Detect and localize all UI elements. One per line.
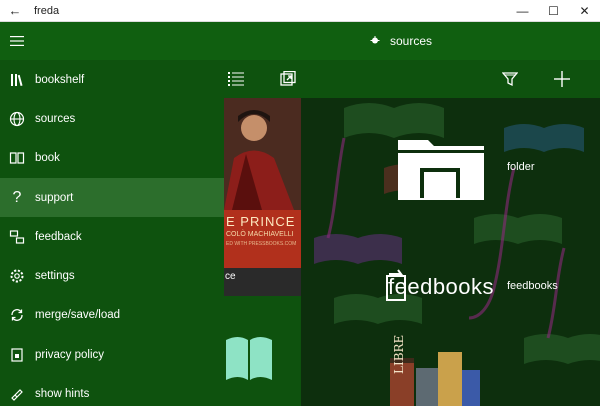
lightbulb-icon: [8, 385, 26, 403]
sidebar-item-label: bookshelf: [35, 73, 85, 86]
sources-content: E PRINCE COLÒ MACHIAVELLI ED WITH PRESSB…: [224, 98, 600, 406]
privacy-icon: [8, 346, 26, 364]
book-cover-title-band: E PRINCE COLÒ MACHIAVELLI ED WITH PRESSB…: [224, 210, 301, 268]
close-button[interactable]: ✕: [569, 0, 600, 22]
sidebar-item-merge-save-load[interactable]: merge/save/load: [0, 296, 224, 335]
window-title: freda: [34, 4, 60, 17]
feedback-icon: [8, 228, 26, 246]
calibre-icon[interactable]: LIBRE: [388, 335, 492, 406]
sidebar-item-support[interactable]: ? support: [0, 177, 224, 218]
sidebar-item-label: book: [35, 152, 60, 165]
sidebar-item-label: sources: [35, 112, 76, 125]
title-bar: ← freda — ☐ ✕: [0, 0, 600, 22]
plus-icon: [554, 71, 570, 87]
library-icon: [8, 71, 26, 89]
page-title: sources: [390, 34, 433, 48]
maximize-button[interactable]: ☐: [538, 0, 569, 22]
sidebar: bookshelf sources book ? support feedbac…: [0, 60, 224, 406]
minimize-button[interactable]: —: [507, 0, 538, 22]
book-tile-placeholder[interactable]: [224, 296, 301, 406]
sidebar-item-bookshelf[interactable]: bookshelf: [0, 60, 224, 99]
source-label-feedbooks[interactable]: feedbooks: [507, 280, 558, 292]
hamburger-menu-button[interactable]: [0, 22, 34, 60]
book-cover-author: COLÒ MACHIAVELLI: [226, 231, 294, 238]
question-icon: ?: [12, 188, 22, 206]
book-cover-portrait: [224, 98, 301, 210]
book-cover-title: E PRINCE: [226, 214, 296, 229]
bug-icon: [370, 35, 380, 48]
book-tile-label: ce: [225, 271, 236, 282]
open-book-icon: [226, 337, 272, 380]
sidebar-item-sources[interactable]: sources: [0, 99, 224, 138]
back-arrow-icon: ←: [8, 3, 22, 18]
list-view-button[interactable]: [226, 69, 246, 89]
filter-icon: [502, 72, 518, 87]
sync-icon: [8, 306, 26, 324]
add-source-button[interactable]: [552, 69, 572, 89]
sidebar-item-book[interactable]: book: [0, 139, 224, 178]
back-button[interactable]: ←: [0, 0, 30, 22]
book-cover-note: ED WITH PRESSBOOKS.COM: [226, 241, 297, 247]
feedbooks-logo[interactable]: feedbooks: [384, 266, 502, 306]
calibre-logo-text: LIBRE: [392, 334, 406, 374]
import-icon: [280, 71, 296, 86]
sidebar-item-label: merge/save/load: [35, 309, 121, 322]
book-tile-the-prince[interactable]: E PRINCE COLÒ MACHIAVELLI ED WITH PRESSB…: [224, 98, 301, 296]
app-header: sources: [0, 22, 600, 60]
hamburger-icon: [10, 36, 24, 46]
sources-toolbar: [224, 60, 600, 98]
sidebar-item-settings[interactable]: settings: [0, 256, 224, 295]
list-icon: [228, 72, 244, 86]
globe-icon: [8, 110, 26, 128]
sidebar-item-label: show hints: [35, 388, 90, 401]
open-book-icon: [8, 149, 26, 167]
sidebar-item-label: support: [35, 191, 74, 204]
feedbooks-logo-text: feedbooks: [388, 274, 495, 299]
sidebar-item-label: settings: [35, 270, 75, 283]
folder-icon[interactable]: [398, 134, 484, 200]
import-button[interactable]: [278, 69, 298, 89]
sidebar-item-feedback[interactable]: feedback: [0, 217, 224, 256]
filter-button[interactable]: [500, 69, 520, 89]
page-title-wrap: sources: [370, 22, 432, 60]
source-label-folder[interactable]: folder: [507, 161, 535, 173]
sidebar-item-label: feedback: [35, 230, 82, 243]
sidebar-item-show-hints[interactable]: show hints: [0, 374, 224, 406]
sidebar-item-privacy-policy[interactable]: privacy policy: [0, 335, 224, 374]
gear-icon: [8, 267, 26, 285]
sidebar-item-label: privacy policy: [35, 348, 105, 361]
